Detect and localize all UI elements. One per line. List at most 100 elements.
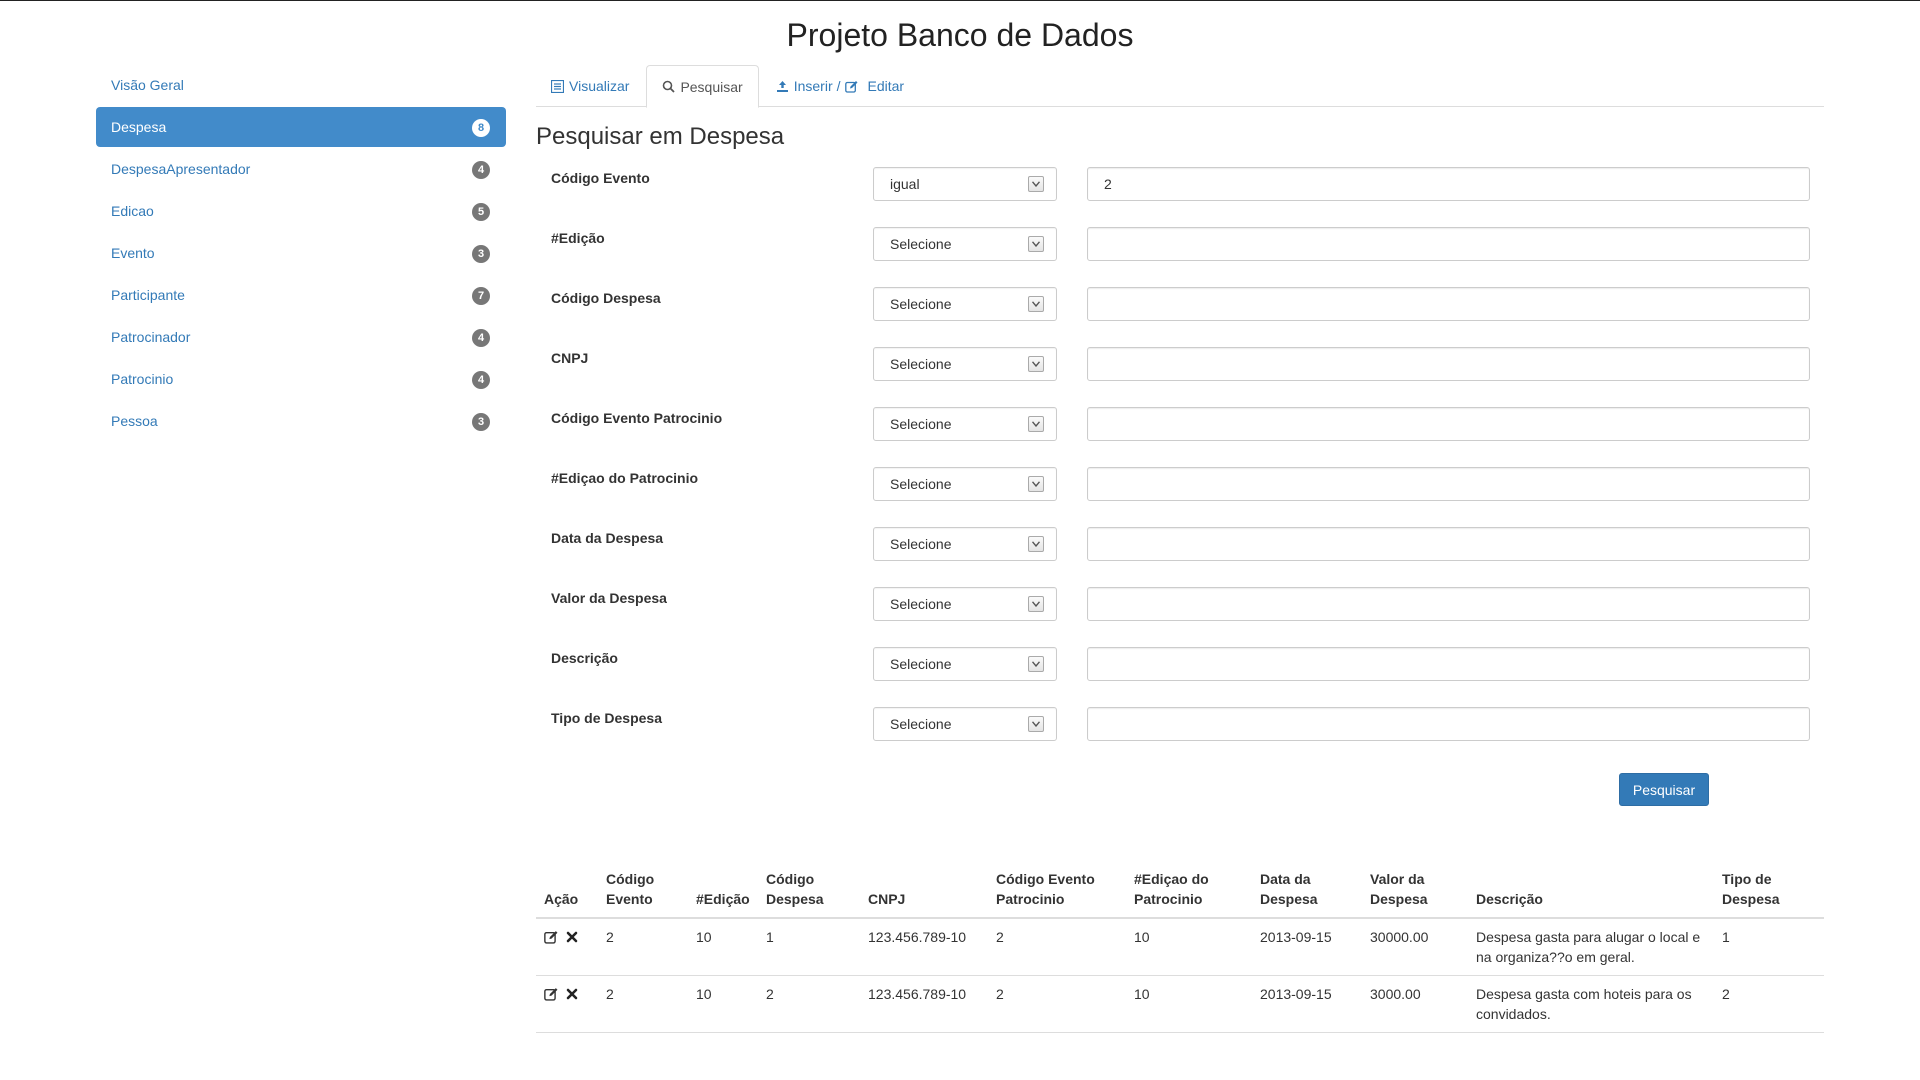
sidebar-item-evento[interactable]: Evento 3: [96, 233, 506, 273]
search-icon: [663, 80, 676, 93]
form-row: CNPJ Selecione: [536, 347, 1826, 407]
column-header: Valor da Despesa: [1362, 861, 1468, 919]
close-icon[interactable]: [566, 931, 578, 943]
form-row: Data da Despesa Selecione: [536, 527, 1826, 587]
operator-select[interactable]: Selecione: [873, 587, 1057, 621]
select-value: Selecione: [890, 236, 952, 252]
table-cell: 2: [598, 975, 688, 1033]
table-cell: 30000.00: [1362, 918, 1468, 976]
operator-select[interactable]: Selecione: [873, 407, 1057, 441]
table-cell: 1: [758, 918, 860, 976]
edit-icon[interactable]: [544, 930, 558, 944]
upload-icon: [776, 80, 788, 92]
search-value-input[interactable]: [1087, 227, 1810, 261]
search-value-input[interactable]: [1087, 287, 1810, 321]
select-value: Selecione: [890, 296, 952, 312]
search-value-input[interactable]: [1087, 407, 1810, 441]
column-header: #Ediçao do Patrocinio: [1126, 861, 1252, 919]
table-cell: 1: [1714, 918, 1824, 976]
select-value: Selecione: [890, 656, 952, 672]
field-label: Código Evento: [551, 170, 650, 186]
operator-select[interactable]: Selecione: [873, 347, 1057, 381]
section-title: Pesquisar em Despesa: [536, 123, 785, 150]
search-value-input[interactable]: [1087, 647, 1810, 681]
table-cell: 2013-09-15: [1252, 918, 1362, 976]
operator-select[interactable]: Selecione: [873, 467, 1057, 501]
table-cell: 10: [1126, 918, 1252, 976]
column-header: Descrição: [1468, 861, 1714, 919]
select-value: Selecione: [890, 416, 952, 432]
sidebar-item-despesaapresentador[interactable]: DespesaApresentador 4: [96, 149, 506, 189]
table-cell: 2013-09-15: [1252, 975, 1362, 1033]
field-label: Valor da Despesa: [551, 590, 667, 606]
table-cell: 2: [988, 918, 1126, 976]
form-row: Tipo de Despesa Selecione: [536, 707, 1826, 767]
table-cell: Despesa gasta para alugar o local e na o…: [1468, 918, 1714, 976]
table-header-row: Ação Código Evento #Edição Código Despes…: [536, 861, 1824, 919]
sidebar-item-patrocinio[interactable]: Patrocinio 4: [96, 359, 506, 399]
column-header: Tipo de Despesa: [1714, 861, 1824, 919]
search-value-input[interactable]: [1087, 527, 1810, 561]
operator-select[interactable]: Selecione: [873, 527, 1057, 561]
results-table: Ação Código Evento #Edição Código Despes…: [536, 861, 1824, 1033]
sidebar-item-pessoa[interactable]: Pessoa 3: [96, 401, 506, 441]
page-title: Projeto Banco de Dados: [786, 17, 1134, 53]
search-value-input[interactable]: [1087, 707, 1810, 741]
action-cell: [536, 975, 598, 1033]
sidebar-item-label: Visão Geral: [111, 77, 184, 93]
tab-pesquisar[interactable]: Pesquisar: [646, 65, 759, 108]
field-label: #Edição: [551, 230, 605, 246]
edit-icon[interactable]: [544, 987, 558, 1001]
operator-select[interactable]: Selecione: [873, 647, 1057, 681]
count-badge: 8: [472, 119, 490, 137]
sidebar-item-label: Patrocinador: [111, 329, 191, 345]
close-icon[interactable]: [566, 988, 578, 1000]
operator-select[interactable]: Selecione: [873, 707, 1057, 741]
sidebar-item-patrocinador[interactable]: Patrocinador 4: [96, 317, 506, 357]
search-value-input[interactable]: [1087, 587, 1810, 621]
column-header: CNPJ: [860, 861, 988, 919]
select-value: Selecione: [890, 596, 952, 612]
tab-label-inserir: Inserir: [793, 78, 833, 94]
table-cell: Despesa gasta com hoteis para os convida…: [1468, 975, 1714, 1033]
field-label: CNPJ: [551, 350, 589, 366]
sidebar-item-label: Pessoa: [111, 413, 158, 429]
sidebar-item-participante[interactable]: Participante 7: [96, 275, 506, 315]
column-header: Código Evento Patrocinio: [988, 861, 1126, 919]
column-header: Ação: [536, 861, 598, 919]
form-row: #Edição Selecione: [536, 227, 1826, 287]
select-value: Selecione: [890, 716, 952, 732]
tab-inserir-editar[interactable]: Inserir / Editar: [761, 65, 919, 107]
table-cell: 2: [1714, 975, 1824, 1033]
search-value-input[interactable]: [1087, 467, 1810, 501]
sidebar-item-label: Despesa: [111, 119, 167, 135]
search-button[interactable]: Pesquisar: [1619, 773, 1709, 806]
search-form: Código Evento igual #Edição Selecione Código…: [536, 167, 1826, 767]
search-value-input[interactable]: [1087, 347, 1810, 381]
tab-label: Visualizar: [569, 78, 630, 94]
operator-select[interactable]: Selecione: [873, 227, 1057, 261]
sidebar-item-despesa[interactable]: Despesa 8: [96, 107, 506, 147]
count-badge: 5: [472, 203, 490, 221]
operator-select[interactable]: igual: [873, 167, 1057, 201]
tab-separator: /: [836, 78, 841, 94]
table-cell: 3000.00: [1362, 975, 1468, 1033]
tab-visualizar[interactable]: Visualizar: [536, 65, 644, 107]
table-row: 2 10 2 123.456.789-10 2 10 2013-09-15 3000.00 De…: [536, 975, 1824, 1033]
sidebar-item-edicao[interactable]: Edicao 5: [96, 191, 506, 231]
field-label: Data da Despesa: [551, 530, 664, 546]
sidebar-item-label: DespesaApresentador: [111, 161, 251, 177]
list-icon: [551, 79, 564, 93]
table-cell: 10: [1126, 975, 1252, 1033]
field-label: Código Despesa: [551, 290, 661, 306]
table-cell: 2: [598, 918, 688, 976]
count-badge: 4: [472, 161, 490, 179]
search-value-input[interactable]: [1087, 167, 1810, 201]
sidebar-item-visao-geral[interactable]: Visão Geral: [96, 65, 506, 105]
tab-label-editar: Editar: [867, 78, 905, 94]
action-cell: [536, 918, 598, 976]
field-label: Descrição: [551, 650, 618, 666]
operator-select[interactable]: Selecione: [873, 287, 1057, 321]
select-value: Selecione: [890, 356, 952, 372]
field-label: #Ediçao do Patrocinio: [551, 470, 699, 486]
